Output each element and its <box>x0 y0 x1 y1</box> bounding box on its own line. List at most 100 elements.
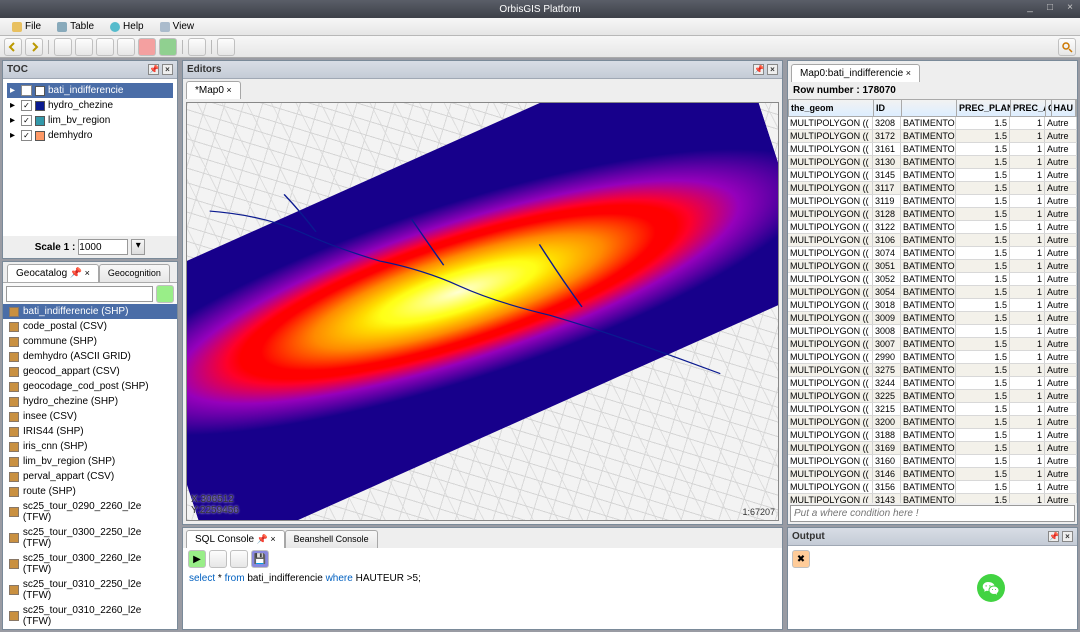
table-row[interactable]: MULTIPOLYGON ((3146BATIMENTO...1.51Autre <box>788 468 1077 481</box>
table-row[interactable]: MULTIPOLYGON ((3054BATIMENTO...1.51Autre <box>788 286 1077 299</box>
table-row[interactable]: MULTIPOLYGON ((3215BATIMENTO...1.51Autre <box>788 403 1077 416</box>
table-row[interactable]: MULTIPOLYGON ((3018BATIMENTO...1.51Autre <box>788 299 1077 312</box>
catalog-filter-button[interactable] <box>156 285 174 303</box>
catalog-item[interactable]: IRIS44 (SHP) <box>3 424 177 439</box>
panel-close[interactable]: × <box>1062 531 1073 542</box>
tool-button-2[interactable] <box>75 38 93 56</box>
table-row[interactable]: MULTIPOLYGON ((3200BATIMENTO...1.51Autre <box>788 416 1077 429</box>
tool-button-4[interactable] <box>117 38 135 56</box>
table-row[interactable]: MULTIPOLYGON ((3119BATIMENTO...1.51Autre <box>788 195 1077 208</box>
table-row[interactable]: MULTIPOLYGON ((3008BATIMENTO...1.51Autre <box>788 325 1077 338</box>
sql-save-button[interactable]: 💾 <box>251 550 269 568</box>
scale-dropdown[interactable]: ▾ <box>131 239 145 255</box>
table-body[interactable]: MULTIPOLYGON ((3208BATIMENTO...1.51Autre… <box>788 117 1077 503</box>
layer-checkbox[interactable]: ✓ <box>21 115 32 126</box>
catalog-item[interactable]: sc25_tour_0310_2250_l2e (TFW) <box>3 577 177 603</box>
tool-button-3[interactable] <box>96 38 114 56</box>
catalog-item[interactable]: sc25_tour_0300_2250_l2e (TFW) <box>3 525 177 551</box>
close-button[interactable]: × <box>1064 2 1076 14</box>
table-row[interactable]: MULTIPOLYGON ((3275BATIMENTO...1.51Autre <box>788 364 1077 377</box>
catalog-item[interactable]: geocodage_cod_post (SHP) <box>3 379 177 394</box>
map-view[interactable]: X:306512Y:2259456 1:67207 <box>186 102 779 521</box>
tab-geocognition[interactable]: Geocognition <box>99 264 170 282</box>
table-row[interactable]: MULTIPOLYGON ((3122BATIMENTO...1.51Autre <box>788 221 1077 234</box>
table-row[interactable]: MULTIPOLYGON ((3161BATIMENTO...1.51Autre <box>788 143 1077 156</box>
table-row[interactable]: MULTIPOLYGON ((3160BATIMENTO...1.51Autre <box>788 455 1077 468</box>
sql-run-button[interactable]: ▶ <box>188 550 206 568</box>
pin-icon[interactable]: 📌 <box>1048 531 1059 542</box>
tab-sql-console[interactable]: SQL Console 📌 × <box>186 530 285 548</box>
minimize-button[interactable]: _ <box>1024 2 1036 14</box>
menu-view[interactable]: View <box>152 21 203 32</box>
toc-layer-item[interactable]: ▸✓hydro_chezine <box>7 98 173 113</box>
layer-checkbox[interactable]: ✓ <box>21 85 32 96</box>
column-header[interactable]: ID <box>874 100 902 116</box>
table-row[interactable]: MULTIPOLYGON ((3052BATIMENTO...1.51Autre <box>788 273 1077 286</box>
table-row[interactable]: MULTIPOLYGON ((3007BATIMENTO...1.51Autre <box>788 338 1077 351</box>
table-row[interactable]: MULTIPOLYGON ((3051BATIMENTO...1.51Autre <box>788 260 1077 273</box>
pin-icon[interactable]: 📌 <box>753 64 764 75</box>
catalog-search[interactable] <box>6 286 153 302</box>
table-row[interactable]: MULTIPOLYGON ((3172BATIMENTO...1.51Autre <box>788 130 1077 143</box>
toc-layer-item[interactable]: ▸✓demhydro <box>7 128 173 143</box>
table-row[interactable]: MULTIPOLYGON ((3244BATIMENTO...1.51Autre <box>788 377 1077 390</box>
scale-input[interactable] <box>78 239 128 255</box>
sql-clear-button[interactable] <box>209 550 227 568</box>
pin-icon[interactable]: 📌 <box>148 64 159 75</box>
catalog-item[interactable]: sc25_tour_0290_2260_l2e (TFW) <box>3 499 177 525</box>
catalog-item[interactable]: geocod_appart (CSV) <box>3 364 177 379</box>
catalog-item[interactable]: hydro_chezine (SHP) <box>3 394 177 409</box>
table-row[interactable]: MULTIPOLYGON ((3074BATIMENTO...1.51Autre <box>788 247 1077 260</box>
table-row[interactable]: MULTIPOLYGON ((3188BATIMENTO...1.51Autre <box>788 429 1077 442</box>
column-header[interactable]: PREC_PLANI <box>957 100 1011 116</box>
table-row[interactable]: MULTIPOLYGON ((2990BATIMENTO...1.51Autre <box>788 351 1077 364</box>
catalog-item[interactable]: sc25_tour_0310_2260_l2e (TFW) <box>3 603 177 629</box>
column-header[interactable] <box>902 100 957 116</box>
where-filter[interactable] <box>790 505 1075 522</box>
undo-button[interactable] <box>4 38 22 56</box>
zoom-fit-button[interactable] <box>1058 38 1076 56</box>
table-row[interactable]: MULTIPOLYGON ((3225BATIMENTO...1.51Autre <box>788 390 1077 403</box>
tool-button-6[interactable] <box>159 38 177 56</box>
catalog-item[interactable]: demhydro (ASCII GRID) <box>3 349 177 364</box>
maximize-button[interactable]: □ <box>1044 2 1056 14</box>
panel-close[interactable]: × <box>162 64 173 75</box>
table-row[interactable]: MULTIPOLYGON ((3143BATIMENTO...1.51Autre <box>788 494 1077 503</box>
menu-table[interactable]: Table <box>49 21 102 32</box>
redo-button[interactable] <box>25 38 43 56</box>
catalog-item[interactable]: commune (SHP) <box>3 334 177 349</box>
column-header[interactable]: the_geom <box>789 100 874 116</box>
column-header[interactable]: HAU <box>1052 100 1077 116</box>
tab-map0[interactable]: *Map0 × <box>186 81 241 99</box>
table-row[interactable]: MULTIPOLYGON ((3009BATIMENTO...1.51Autre <box>788 312 1077 325</box>
tool-button-1[interactable] <box>54 38 72 56</box>
table-row[interactable]: MULTIPOLYGON ((3145BATIMENTO...1.51Autre <box>788 169 1077 182</box>
catalog-item[interactable]: sc25_tour_0300_2260_l2e (TFW) <box>3 551 177 577</box>
tool-button-5[interactable] <box>138 38 156 56</box>
menu-help[interactable]: Help <box>102 21 152 32</box>
tab-beanshell-console[interactable]: Beanshell Console <box>285 530 378 548</box>
table-row[interactable]: MULTIPOLYGON ((3128BATIMENTO...1.51Autre <box>788 208 1077 221</box>
table-row[interactable]: MULTIPOLYGON ((3156BATIMENTO...1.51Autre <box>788 481 1077 494</box>
table-row[interactable]: MULTIPOLYGON ((3106BATIMENTO...1.51Autre <box>788 234 1077 247</box>
catalog-item[interactable]: code_postal (CSV) <box>3 319 177 334</box>
panel-close[interactable]: × <box>767 64 778 75</box>
menu-file[interactable]: File <box>4 21 49 32</box>
catalog-item[interactable]: insee (CSV) <box>3 409 177 424</box>
toc-layer-item[interactable]: ▸✓lim_bv_region <box>7 113 173 128</box>
tool-button-7[interactable] <box>188 38 206 56</box>
catalog-item[interactable]: bati_indifferencie (SHP) <box>3 304 177 319</box>
column-header[interactable]: PREC_ALTI <box>1011 100 1046 116</box>
layer-checkbox[interactable]: ✓ <box>21 100 32 111</box>
toc-layer-item[interactable]: ▸✓bati_indifferencie <box>7 83 173 98</box>
catalog-item[interactable]: route (SHP) <box>3 484 177 499</box>
catalog-item[interactable]: lim_bv_region (SHP) <box>3 454 177 469</box>
table-row[interactable]: MULTIPOLYGON ((3208BATIMENTO...1.51Autre <box>788 117 1077 130</box>
table-row[interactable]: MULTIPOLYGON ((3117BATIMENTO...1.51Autre <box>788 182 1077 195</box>
sql-open-button[interactable] <box>230 550 248 568</box>
catalog-item[interactable]: iris_cnn (SHP) <box>3 439 177 454</box>
layer-checkbox[interactable]: ✓ <box>21 130 32 141</box>
tab-geocatalog[interactable]: Geocatalog 📌 × <box>7 264 99 282</box>
output-clear-button[interactable]: ✖ <box>792 550 810 568</box>
sql-editor[interactable]: select * from bati_indifferencie where H… <box>183 570 782 629</box>
